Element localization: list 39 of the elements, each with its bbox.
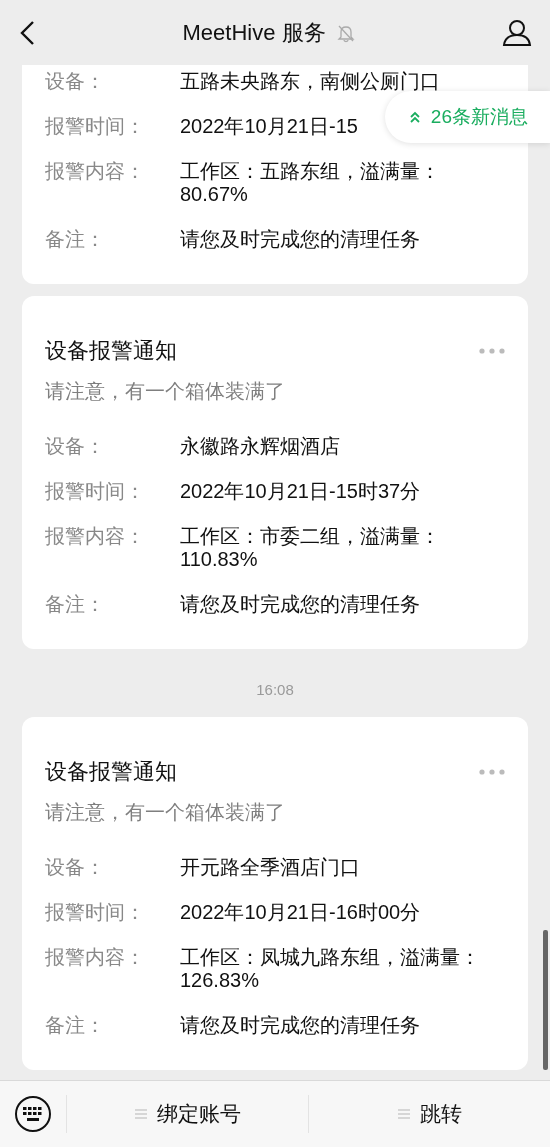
- field-label: 报警时间：: [45, 901, 146, 924]
- card-subtitle: 请注意，有一个箱体装满了: [45, 379, 286, 404]
- profile-icon[interactable]: [502, 18, 532, 47]
- card-subtitle: 请注意，有一个箱体装满了: [45, 800, 286, 825]
- field-value: 开元路全季酒店门口: [180, 856, 360, 879]
- field-label: 报警时间：: [45, 480, 146, 503]
- field-label: 设备：: [45, 70, 106, 93]
- field-value: 工作区：市委二组，溢满量：110.83%: [180, 525, 441, 571]
- field-label: 设备：: [45, 856, 106, 879]
- message-time: 16:08: [256, 680, 294, 700]
- field-label: 报警时间：: [45, 115, 146, 138]
- menu-icon: [397, 1108, 410, 1120]
- double-chevron-up-icon: [408, 111, 421, 123]
- back-icon[interactable]: [18, 19, 36, 46]
- field-label: 报警内容：: [45, 525, 146, 549]
- field-label: 报警内容：: [45, 160, 146, 184]
- field-label: 设备：: [45, 435, 106, 458]
- field-value: 2022年10月21日-15: [180, 115, 358, 138]
- menu-icon: [134, 1108, 147, 1120]
- field-label: 备注：: [45, 1014, 106, 1037]
- field-value: 2022年10月21日-15时37分: [180, 480, 421, 503]
- field-value: 工作区：五路东组，溢满量：80.67%: [180, 160, 441, 206]
- field-value: 请您及时完成您的清理任务: [180, 593, 420, 616]
- keyboard-icon[interactable]: [14, 1095, 52, 1133]
- field-label: 备注：: [45, 228, 106, 251]
- chat-title: MeetHive 服务: [182, 18, 326, 47]
- field-label: 报警内容：: [45, 946, 146, 970]
- card-title: 设备报警通知: [45, 758, 177, 786]
- scrollbar[interactable]: [543, 930, 548, 1070]
- field-value: 请您及时完成您的清理任务: [180, 228, 420, 251]
- field-value: 请您及时完成您的清理任务: [180, 1014, 420, 1037]
- menu-button[interactable]: 绑定账号: [67, 1095, 308, 1133]
- field-value: 五路未央路东，南侧公厕门口: [180, 70, 440, 93]
- card-title: 设备报警通知: [45, 337, 177, 365]
- menu-button[interactable]: 跳转: [308, 1095, 550, 1133]
- field-value: 永徽路永辉烟酒店: [180, 435, 340, 458]
- field-value: 2022年10月21日-16时00分: [180, 901, 421, 924]
- field-label: 备注：: [45, 593, 106, 616]
- field-value: 工作区：凤城九路东组，溢满量：126.83%: [180, 946, 481, 992]
